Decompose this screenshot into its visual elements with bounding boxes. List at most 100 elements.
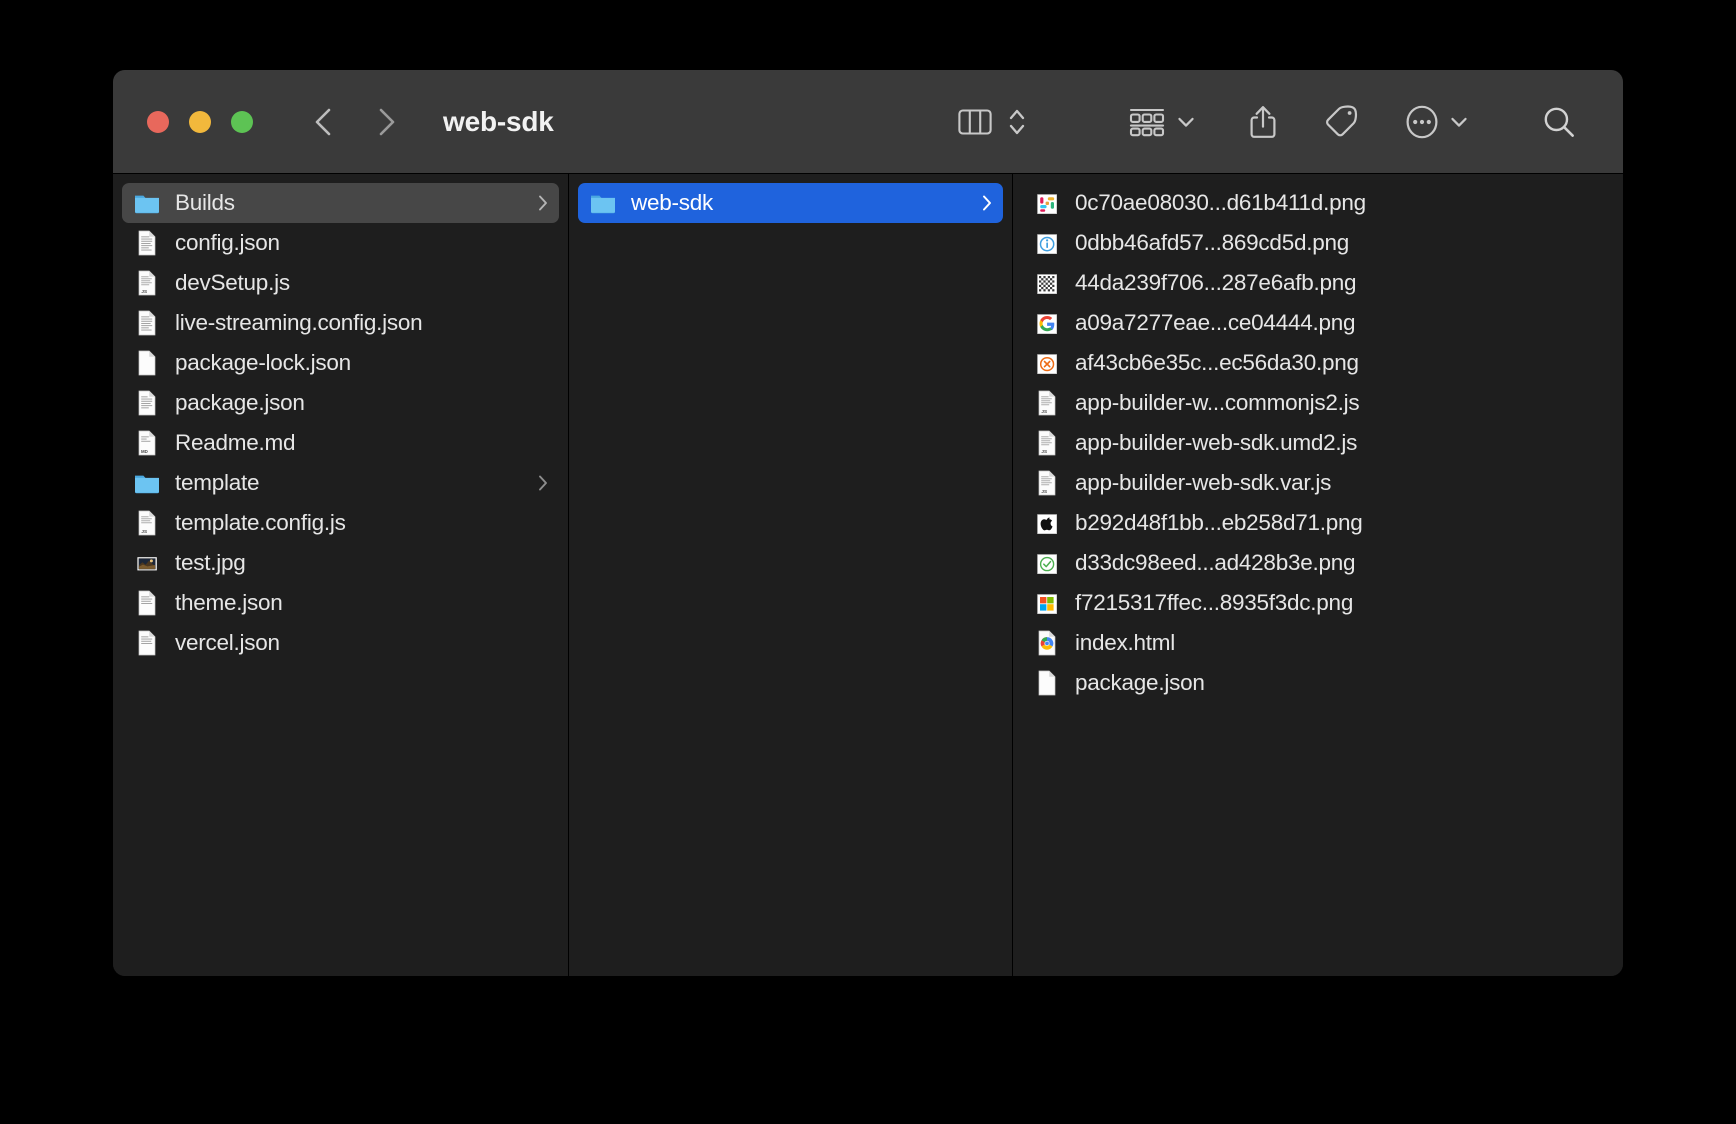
more-ellipsis-icon xyxy=(1406,105,1438,138)
toolbar xyxy=(958,70,1623,173)
list-item[interactable]: JS app-builder-web-sdk.umd2.js xyxy=(1022,423,1613,463)
share-button[interactable] xyxy=(1249,104,1277,140)
svg-text:JS: JS xyxy=(141,289,147,294)
list-item-label: template xyxy=(175,470,260,495)
list-item-label: Builds xyxy=(175,190,235,215)
doc-js-icon: JS xyxy=(134,268,160,298)
disclosure-chevron-icon xyxy=(539,475,547,491)
list-item[interactable]: b292d48f1bb...eb258d71.png xyxy=(1022,503,1613,543)
list-item-label: devSetup.js xyxy=(175,270,290,295)
folder-icon xyxy=(134,188,160,218)
column-one[interactable]: Builds config.json JS devSetup.js live-s… xyxy=(113,174,569,976)
list-item[interactable]: vercel.json xyxy=(122,623,559,663)
list-item-label: test.jpg xyxy=(175,550,246,575)
minimize-window-button[interactable] xyxy=(189,110,211,133)
column-view-button[interactable] xyxy=(958,107,992,137)
list-item[interactable]: JS app-builder-w...commonjs2.js xyxy=(1022,383,1613,423)
slack-png-icon xyxy=(1034,188,1060,218)
more-options-button[interactable] xyxy=(1405,105,1468,139)
list-item-label: web-sdk xyxy=(631,190,714,215)
tag-icon xyxy=(1326,104,1358,136)
doc-md-icon: MD xyxy=(134,428,160,458)
list-item[interactable]: JS app-builder-web-sdk.var.js xyxy=(1022,463,1613,503)
doc-js-icon: JS xyxy=(134,508,160,538)
chevron-down-icon xyxy=(1451,117,1467,127)
screen: web-sdk Builds config.json JS devSetup.j… xyxy=(0,0,1736,1124)
svg-text:JS: JS xyxy=(1041,409,1047,414)
tags-button[interactable] xyxy=(1323,104,1359,139)
list-item[interactable]: package-lock.json xyxy=(122,343,559,383)
list-item-label: Readme.md xyxy=(175,430,296,455)
google-png-icon xyxy=(1034,308,1060,338)
folder-icon xyxy=(134,468,160,498)
chevron-down-icon xyxy=(1178,117,1194,127)
group-items-button[interactable] xyxy=(1128,106,1195,138)
list-item[interactable]: package.json xyxy=(122,383,559,423)
apple-png-icon xyxy=(1034,508,1060,538)
list-item[interactable]: Builds xyxy=(122,183,559,223)
doc-text-icon xyxy=(134,228,160,258)
list-item[interactable]: f7215317ffec...8935f3dc.png xyxy=(1022,583,1613,623)
check-green-png-icon xyxy=(1034,548,1060,578)
list-item[interactable]: af43cb6e35c...ec56da30.png xyxy=(1022,343,1613,383)
window-title: web-sdk xyxy=(443,105,554,137)
list-item[interactable]: JS devSetup.js xyxy=(122,263,559,303)
forward-button[interactable] xyxy=(373,105,399,139)
error-x-png-icon xyxy=(1034,348,1060,378)
list-item-label: b292d48f1bb...eb258d71.png xyxy=(1075,510,1363,535)
list-item-label: index.html xyxy=(1075,630,1176,655)
doc-js-icon: JS xyxy=(1034,388,1060,418)
doc-js-icon: JS xyxy=(1034,428,1060,458)
column-three[interactable]: 0c70ae08030...d61b411d.png 0dbb46afd57..… xyxy=(1013,174,1622,976)
close-window-button[interactable] xyxy=(147,110,169,133)
list-item-label: app-builder-web-sdk.var.js xyxy=(1075,470,1332,495)
doc-js-icon: JS xyxy=(1034,468,1060,498)
column-view-icon xyxy=(958,108,992,135)
sort-order-button[interactable] xyxy=(1008,105,1026,139)
list-item-label: 44da239f706...287e6afb.png xyxy=(1075,270,1357,295)
doc-text-icon xyxy=(134,308,160,338)
doc-text-icon xyxy=(134,388,160,418)
list-item-label: live-streaming.config.json xyxy=(175,310,423,335)
list-item-label: vercel.json xyxy=(175,630,280,655)
list-item-label: template.config.js xyxy=(175,510,346,535)
column-two[interactable]: web-sdk xyxy=(569,174,1013,976)
disclosure-chevron-icon xyxy=(539,195,547,211)
list-item[interactable]: d33dc98eed...ad428b3e.png xyxy=(1022,543,1613,583)
doc-text-icon xyxy=(134,588,160,618)
search-button[interactable] xyxy=(1542,105,1576,139)
list-item[interactable]: 0dbb46afd57...869cd5d.png xyxy=(1022,223,1613,263)
checker-png-icon xyxy=(1034,268,1060,298)
list-item-label: package.json xyxy=(1075,670,1205,695)
list-item[interactable]: live-streaming.config.json xyxy=(122,303,559,343)
list-item[interactable]: index.html xyxy=(1022,623,1613,663)
list-item[interactable]: JS template.config.js xyxy=(122,503,559,543)
list-item-label: f7215317ffec...8935f3dc.png xyxy=(1075,590,1354,615)
list-item-label: package-lock.json xyxy=(175,350,351,375)
list-item-label: a09a7277eae...ce04444.png xyxy=(1075,310,1356,335)
list-item[interactable]: web-sdk xyxy=(578,183,1003,223)
list-item[interactable]: 0c70ae08030...d61b411d.png xyxy=(1022,183,1613,223)
list-item[interactable]: 44da239f706...287e6afb.png xyxy=(1022,263,1613,303)
list-item[interactable]: config.json xyxy=(122,223,559,263)
list-item-label: af43cb6e35c...ec56da30.png xyxy=(1075,350,1359,375)
info-png-icon xyxy=(1034,228,1060,258)
list-item-label: config.json xyxy=(175,230,280,255)
svg-text:JS: JS xyxy=(141,529,147,534)
list-item[interactable]: test.jpg xyxy=(122,543,559,583)
column-browser: Builds config.json JS devSetup.js live-s… xyxy=(113,174,1623,976)
group-grid-icon xyxy=(1129,108,1165,136)
list-item[interactable]: theme.json xyxy=(122,583,559,623)
back-button[interactable] xyxy=(311,105,337,139)
svg-text:MD: MD xyxy=(141,449,148,454)
list-item[interactable]: template xyxy=(122,463,559,503)
photo-thumb-icon xyxy=(134,548,160,578)
list-item[interactable]: a09a7277eae...ce04444.png xyxy=(1022,303,1613,343)
maximize-window-button[interactable] xyxy=(231,110,253,133)
window-titlebar: web-sdk xyxy=(113,70,1623,174)
list-item-label: 0dbb46afd57...869cd5d.png xyxy=(1075,230,1350,255)
doc-blank-icon xyxy=(1034,668,1060,698)
list-item[interactable]: MD Readme.md xyxy=(122,423,559,463)
disclosure-chevron-icon xyxy=(983,195,991,211)
list-item[interactable]: package.json xyxy=(1022,663,1613,703)
